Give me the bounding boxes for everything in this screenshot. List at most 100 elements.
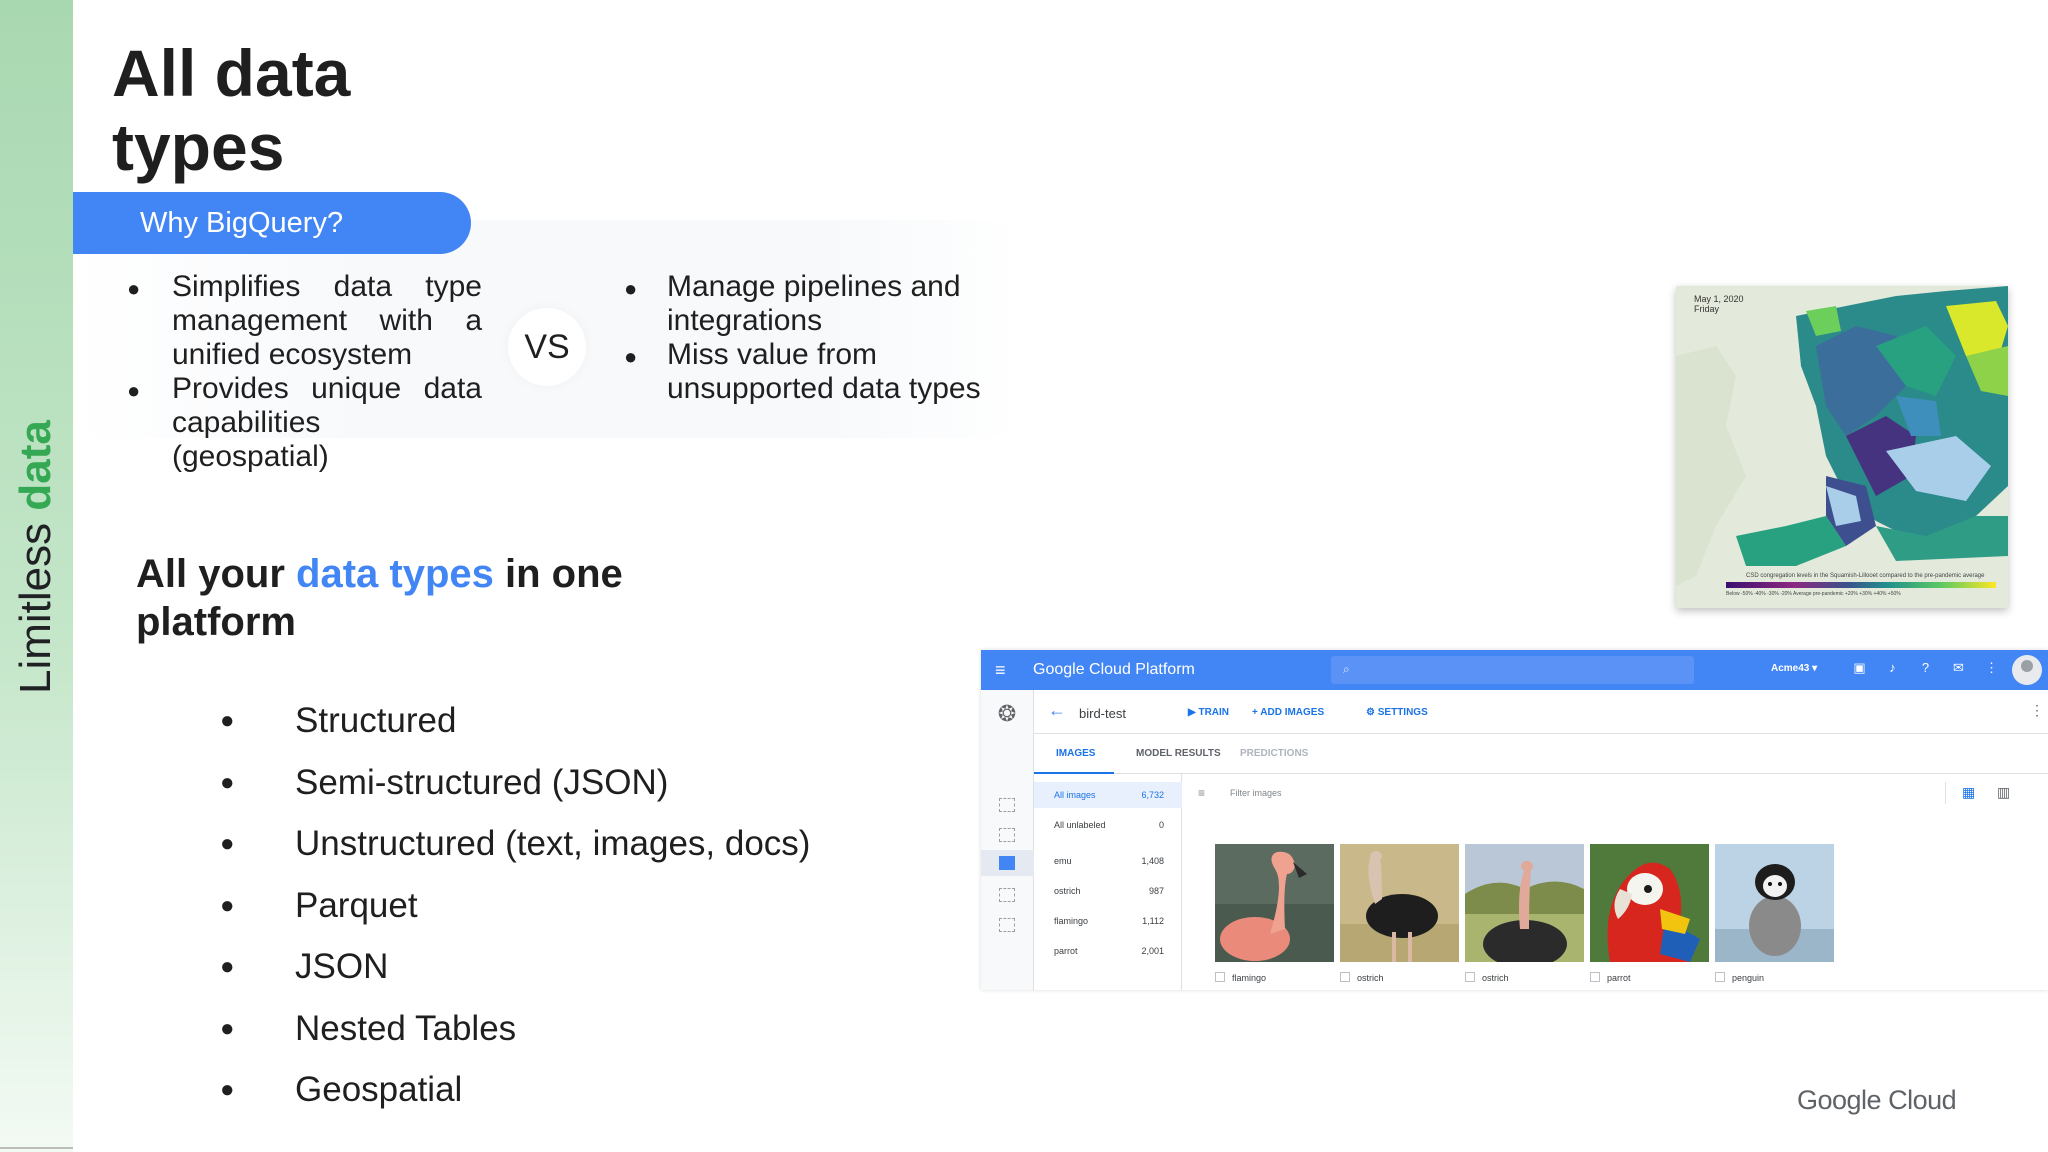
thumbnail-caption: flamingo bbox=[1215, 972, 1266, 983]
add-images-button[interactable]: + ADD IMAGES bbox=[1252, 707, 1324, 718]
label-name: All unlabeled bbox=[1054, 820, 1106, 830]
why-bigquery-pill: Why BigQuery? bbox=[73, 192, 471, 254]
label-count: 6,732 bbox=[1141, 790, 1164, 800]
side-label-accent: data bbox=[11, 420, 60, 511]
data-type-item: Unstructured (text, images, docs) bbox=[220, 813, 810, 875]
label-row[interactable]: All unlabeled 0 bbox=[1034, 812, 1182, 838]
nav-grid-icon[interactable] bbox=[999, 828, 1015, 842]
label-row[interactable]: parrot 2,001 bbox=[1034, 938, 1182, 964]
label-row[interactable]: All images 6,732 bbox=[1034, 782, 1182, 808]
brand-rest: Cloud Platform bbox=[1084, 661, 1195, 678]
bigquery-benefits-list: Simplifies data type management with a u… bbox=[127, 270, 482, 474]
map-legend-labels: Below -50% -40% -30% -20% Average pre-pa… bbox=[1726, 591, 1901, 597]
image-thumbnail-parrot[interactable] bbox=[1590, 844, 1709, 962]
train-button[interactable]: ▶ TRAIN bbox=[1188, 707, 1229, 718]
image-thumbnail-flamingo[interactable] bbox=[1215, 844, 1334, 962]
column-view-icon[interactable]: ▥ bbox=[1997, 784, 2010, 801]
gcp-console-screenshot: ≡ Google Cloud Platform ⌕ Acme43 ▾ ▣ ♪? ✉ ⋮… bbox=[981, 650, 2048, 990]
label-name: flamingo bbox=[1054, 916, 1089, 926]
data-type-item: Semi-structured (JSON) bbox=[220, 752, 810, 814]
back-arrow-icon[interactable]: ← bbox=[1048, 700, 1066, 721]
gcp-search-bar[interactable]: ⌕ bbox=[1331, 656, 1694, 684]
google-cloud-logo: Google Cloud bbox=[1797, 1085, 1957, 1115]
side-strip-rule bbox=[0, 1147, 73, 1149]
grid-view-icon[interactable]: ▦ bbox=[1962, 784, 1975, 801]
more-vert-icon[interactable]: ⋮ bbox=[1975, 660, 2008, 676]
image-thumbnail-ostrich[interactable] bbox=[1340, 844, 1459, 962]
hamburger-menu-icon[interactable]: ≡ bbox=[995, 660, 1006, 680]
left-nav-rail: ❂ bbox=[981, 690, 1034, 990]
parrot-image bbox=[1590, 844, 1709, 962]
label-name: All images bbox=[1054, 790, 1096, 800]
feedback-icon[interactable]: ✉ bbox=[1942, 660, 1975, 676]
label-row[interactable]: flamingo 1,112 bbox=[1034, 908, 1182, 934]
notifications-icon[interactable]: ♪ bbox=[1876, 660, 1909, 675]
settings-label: SETTINGS bbox=[1377, 707, 1428, 718]
tab-predictions[interactable]: PREDICTIONS bbox=[1240, 748, 1308, 759]
flamingo-image bbox=[1215, 844, 1334, 962]
label-row[interactable]: ostrich 987 bbox=[1034, 878, 1182, 904]
map-color-legend bbox=[1726, 582, 1996, 588]
thumbnail-caption: parrot bbox=[1590, 972, 1631, 983]
thumbnail-caption: ostrich bbox=[1340, 972, 1384, 983]
data-type-item: Nested Tables bbox=[220, 998, 810, 1060]
map-day-line: Friday bbox=[1694, 304, 1720, 314]
geospatial-heatmap-map: May 1, 2020 Friday CSD congregation level… bbox=[1676, 286, 2008, 608]
tab-images[interactable]: IMAGES bbox=[1056, 748, 1095, 759]
nav-images-icon[interactable] bbox=[999, 856, 1015, 870]
data-type-item: Geospatial bbox=[220, 1059, 810, 1121]
vs-badge: VS bbox=[508, 308, 586, 386]
view-toggle-divider bbox=[1945, 782, 1946, 804]
cloud-shell-icon[interactable]: ▣ bbox=[1843, 660, 1876, 676]
gcp-brand: Google Cloud Platform bbox=[1033, 661, 1195, 679]
filter-bar: ≡ Filter images ▦ ▥ bbox=[1182, 774, 2048, 814]
slide-title: All data types bbox=[112, 36, 351, 184]
data-type-item: Structured bbox=[220, 690, 810, 752]
tab-model-results[interactable]: MODEL RESULTS bbox=[1136, 748, 1221, 759]
side-label: Limitless data bbox=[10, 414, 62, 694]
label-row[interactable]: emu 1,408 bbox=[1034, 848, 1182, 874]
automl-brain-icon: ❂ bbox=[997, 701, 1017, 726]
dataset-header: ← bird-test ▶ TRAIN + ADD IMAGES ⚙ SETTI… bbox=[1034, 690, 2048, 734]
map-graphic bbox=[1676, 286, 2008, 608]
data-types-list: Structured Semi-structured (JSON) Unstru… bbox=[220, 690, 810, 1121]
search-icon: ⌕ bbox=[1343, 662, 1350, 676]
console-tabs: IMAGES MODEL RESULTS PREDICTIONS bbox=[1034, 734, 2048, 774]
ostrich-image bbox=[1465, 844, 1584, 962]
label-name: parrot bbox=[1054, 946, 1078, 956]
benefit-item: Provides unique data capabilities (geosp… bbox=[127, 372, 482, 474]
project-selector[interactable]: Acme43 ▾ bbox=[1771, 663, 1817, 675]
nav-grid-icon[interactable] bbox=[999, 888, 1015, 902]
avatar[interactable] bbox=[2012, 655, 2042, 685]
nav-grid-icon[interactable] bbox=[999, 798, 1015, 812]
label-count: 0 bbox=[1158, 820, 1164, 830]
filter-images-input[interactable]: Filter images bbox=[1230, 788, 1282, 798]
more-options-icon[interactable]: ⋮ bbox=[2030, 702, 2044, 719]
data-types-heading: All your data types in one platform bbox=[136, 550, 696, 646]
heading-accent: data types bbox=[296, 552, 494, 596]
label-name: emu bbox=[1054, 856, 1072, 866]
label-name: ostrich bbox=[1054, 886, 1081, 896]
ostrich-image bbox=[1340, 844, 1459, 962]
map-date-line: May 1, 2020 bbox=[1694, 294, 1744, 304]
label-count: 1,408 bbox=[1141, 856, 1164, 866]
image-thumbnail-penguin[interactable] bbox=[1715, 844, 1834, 962]
add-images-label: ADD IMAGES bbox=[1260, 707, 1325, 718]
help-icon[interactable]: ? bbox=[1909, 660, 1942, 675]
top-bar-icons: ▣ ♪? ✉ ⋮ bbox=[1843, 660, 2008, 676]
map-caption: CSD congregation levels in the Squamish-… bbox=[1746, 573, 1985, 579]
nav-grid-icon[interactable] bbox=[999, 918, 1015, 932]
penguin-image bbox=[1715, 844, 1834, 962]
train-label: TRAIN bbox=[1198, 707, 1230, 718]
image-thumbnail-ostrich[interactable] bbox=[1465, 844, 1584, 962]
side-label-prefix: Limitless bbox=[11, 510, 60, 694]
gcp-top-bar: ≡ Google Cloud Platform ⌕ Acme43 ▾ ▣ ♪? ✉ ⋮ bbox=[981, 650, 2048, 690]
settings-button[interactable]: ⚙ SETTINGS bbox=[1366, 707, 1428, 718]
benefit-item: Simplifies data type management with a u… bbox=[127, 270, 482, 372]
label-count: 2,001 bbox=[1141, 946, 1164, 956]
label-count: 987 bbox=[1148, 886, 1164, 896]
filter-icon[interactable]: ≡ bbox=[1198, 786, 1205, 800]
label-list: All images 6,732 All unlabeled 0 emu 1,408 … bbox=[1034, 774, 1182, 990]
data-type-item: JSON bbox=[220, 936, 810, 998]
dataset-name: bird-test bbox=[1079, 706, 1126, 721]
